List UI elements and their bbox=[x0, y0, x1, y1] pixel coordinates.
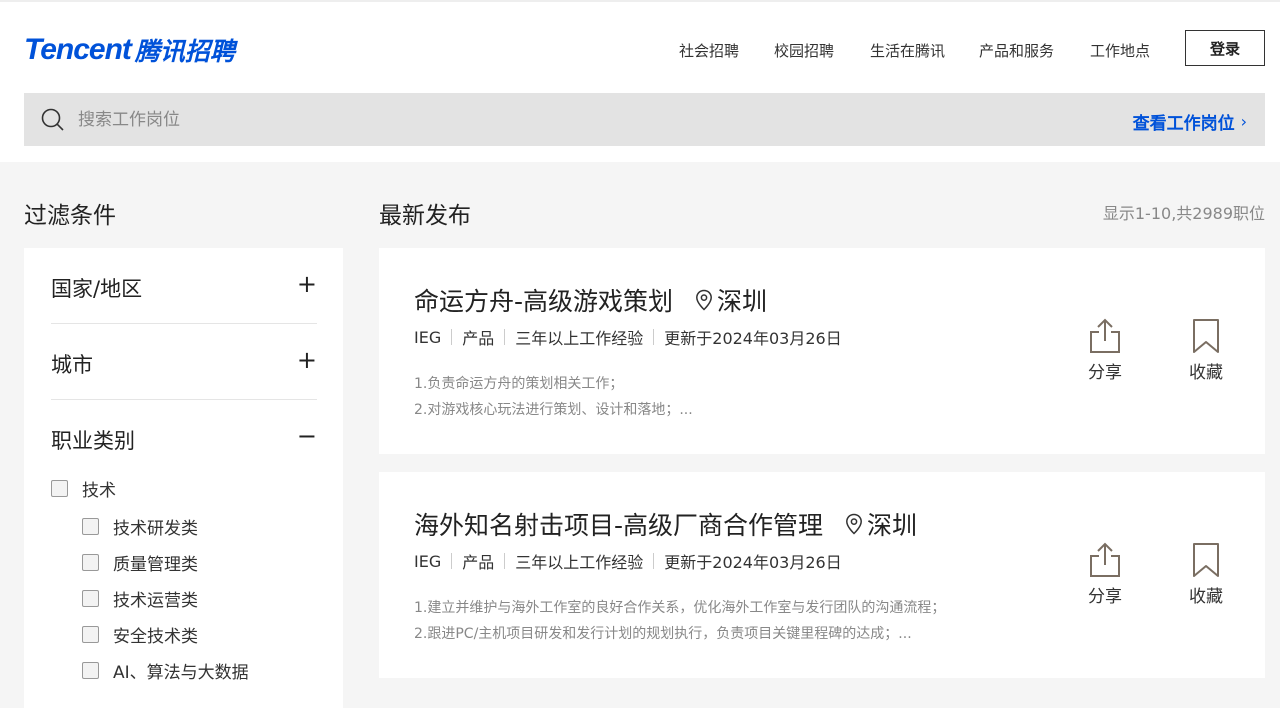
filter-section-label: 职业类别 bbox=[51, 429, 135, 453]
desc-line: 1.负责命运方舟的策划相关工作； bbox=[414, 376, 624, 392]
job-experience: 三年以上工作经验 bbox=[515, 329, 644, 348]
bookmark-icon bbox=[1193, 319, 1219, 353]
share-label: 分享 bbox=[1088, 363, 1122, 383]
nav-products-services[interactable]: 产品和服务 bbox=[979, 40, 1054, 61]
job-bg: IEG bbox=[414, 327, 442, 347]
listing-title: 最新发布 bbox=[379, 203, 471, 229]
job-experience: 三年以上工作经验 bbox=[515, 553, 644, 572]
checkbox-security[interactable]: 安全技术类 bbox=[82, 622, 198, 647]
job-meta: IEG 产品 三年以上工作经验 更新于2024年03月26日 bbox=[414, 325, 842, 349]
site-header: Tencent 腾讯招聘 社会招聘 校园招聘 生活在腾讯 产品和服务 工作地点 … bbox=[0, 0, 1280, 162]
tencent-careers-logo[interactable]: Tencent 腾讯招聘 bbox=[24, 32, 235, 68]
share-button[interactable]: 分享 bbox=[1075, 318, 1135, 383]
job-title[interactable]: 命运方舟-高级游戏策划 bbox=[414, 282, 673, 318]
expand-icon[interactable]: + bbox=[297, 346, 317, 374]
job-updated: 更新于2024年03月26日 bbox=[664, 553, 842, 572]
desc-line: 2.对游戏核心玩法进行策划、设计和落地；... bbox=[414, 402, 693, 418]
checkbox-quality-mgmt[interactable]: 质量管理类 bbox=[82, 550, 198, 575]
checkbox-label: 技术 bbox=[82, 481, 116, 501]
job-description: 1.负责命运方舟的策划相关工作； 2.对游戏核心玩法进行策划、设计和落地；... bbox=[414, 371, 693, 423]
job-location: 深圳 bbox=[845, 506, 917, 542]
checkbox-tech-rd[interactable]: 技术研发类 bbox=[82, 514, 198, 539]
share-icon bbox=[1090, 542, 1120, 577]
expand-icon[interactable]: + bbox=[297, 270, 317, 298]
job-title-row[interactable]: 海外知名射击项目-高级厂商合作管理 深圳 bbox=[414, 506, 917, 542]
view-jobs-label: 查看工作岗位 bbox=[1132, 114, 1235, 134]
checkbox[interactable] bbox=[82, 662, 99, 679]
result-count: 显示1-10,共2989职位 bbox=[1102, 204, 1265, 223]
divider bbox=[653, 553, 655, 569]
nav-work-locations[interactable]: 工作地点 bbox=[1090, 40, 1150, 61]
location-pin-icon bbox=[846, 513, 862, 535]
desc-line: 1.建立并维护与海外工作室的良好合作关系，优化海外工作室与发行团队的沟通流程； bbox=[414, 600, 946, 616]
logo-cn: 腾讯招聘 bbox=[134, 37, 235, 66]
job-meta: IEG 产品 三年以上工作经验 更新于2024年03月26日 bbox=[414, 549, 842, 573]
divider bbox=[653, 329, 655, 345]
checkbox[interactable] bbox=[82, 554, 99, 571]
checkbox[interactable] bbox=[51, 480, 68, 497]
filter-section-city[interactable]: 城市 + bbox=[51, 324, 317, 400]
checkbox-tech-ops[interactable]: 技术运营类 bbox=[82, 586, 198, 611]
share-button[interactable]: 分享 bbox=[1075, 542, 1135, 607]
filter-section-job-category[interactable]: 职业类别 − bbox=[51, 400, 317, 476]
checkbox-label: 技术运营类 bbox=[113, 591, 198, 611]
checkbox[interactable] bbox=[82, 518, 99, 535]
save-label: 收藏 bbox=[1189, 587, 1223, 607]
checkbox-label: AI、算法与大数据 bbox=[113, 663, 249, 683]
save-label: 收藏 bbox=[1189, 363, 1223, 383]
search-bar: 查看工作岗位 › bbox=[24, 93, 1265, 146]
job-bg: IEG bbox=[414, 551, 442, 571]
divider bbox=[504, 553, 506, 569]
filter-section-label: 国家/地区 bbox=[51, 277, 143, 301]
share-icon bbox=[1090, 318, 1120, 353]
checkbox-label: 安全技术类 bbox=[113, 627, 198, 647]
save-button[interactable]: 收藏 bbox=[1176, 318, 1236, 383]
job-category: 产品 bbox=[462, 329, 495, 348]
logo-en: Tencent bbox=[24, 33, 132, 66]
filter-title: 过滤条件 bbox=[24, 203, 116, 229]
checkbox-label: 质量管理类 bbox=[113, 555, 198, 575]
location-pin-icon bbox=[696, 289, 712, 311]
checkbox-label: 技术研发类 bbox=[113, 519, 198, 539]
job-category: 产品 bbox=[462, 553, 495, 572]
search-icon bbox=[41, 108, 64, 131]
job-title[interactable]: 海外知名射击项目-高级厂商合作管理 bbox=[414, 506, 823, 542]
filter-section-label: 城市 bbox=[51, 353, 93, 377]
checkbox-ai-data[interactable]: AI、算法与大数据 bbox=[82, 658, 249, 683]
checkbox[interactable] bbox=[82, 590, 99, 607]
nav-campus-recruit[interactable]: 校园招聘 bbox=[774, 40, 834, 61]
nav-social-recruit[interactable]: 社会招聘 bbox=[679, 40, 739, 61]
job-updated: 更新于2024年03月26日 bbox=[664, 329, 842, 348]
filter-panel: 国家/地区 + 城市 + 职业类别 − 技术 技术研发类 质量管理类 技术运营类… bbox=[24, 248, 343, 708]
location-label: 深圳 bbox=[867, 511, 918, 540]
job-description: 1.建立并维护与海外工作室的良好合作关系，优化海外工作室与发行团队的沟通流程； … bbox=[414, 595, 945, 647]
login-button[interactable]: 登录 bbox=[1185, 30, 1265, 66]
job-location: 深圳 bbox=[695, 282, 767, 318]
share-label: 分享 bbox=[1088, 587, 1122, 607]
chevron-right-icon: › bbox=[1240, 112, 1247, 131]
nav-life-at-tencent[interactable]: 生活在腾讯 bbox=[870, 40, 945, 61]
view-jobs-link[interactable]: 查看工作岗位 › bbox=[1133, 109, 1247, 134]
checkbox[interactable] bbox=[82, 626, 99, 643]
divider bbox=[451, 553, 453, 569]
divider bbox=[504, 329, 506, 345]
location-label: 深圳 bbox=[717, 287, 768, 316]
desc-line: 2.跟进PC/主机项目研发和发行计划的规划执行，负责项目关键里程碑的达成；... bbox=[414, 626, 912, 642]
job-card[interactable]: 海外知名射击项目-高级厂商合作管理 深圳 IEG 产品 三年以上工作经验 更新于… bbox=[379, 472, 1265, 678]
collapse-icon[interactable]: − bbox=[297, 422, 317, 450]
job-title-row[interactable]: 命运方舟-高级游戏策划 深圳 bbox=[414, 282, 767, 318]
filter-section-country[interactable]: 国家/地区 + bbox=[51, 248, 317, 324]
job-card[interactable]: 命运方舟-高级游戏策划 深圳 IEG 产品 三年以上工作经验 更新于2024年0… bbox=[379, 248, 1265, 454]
divider bbox=[451, 329, 453, 345]
search-input[interactable] bbox=[78, 105, 978, 135]
bookmark-icon bbox=[1193, 543, 1219, 577]
checkbox-tech[interactable]: 技术 bbox=[51, 476, 116, 501]
save-button[interactable]: 收藏 bbox=[1176, 542, 1236, 607]
